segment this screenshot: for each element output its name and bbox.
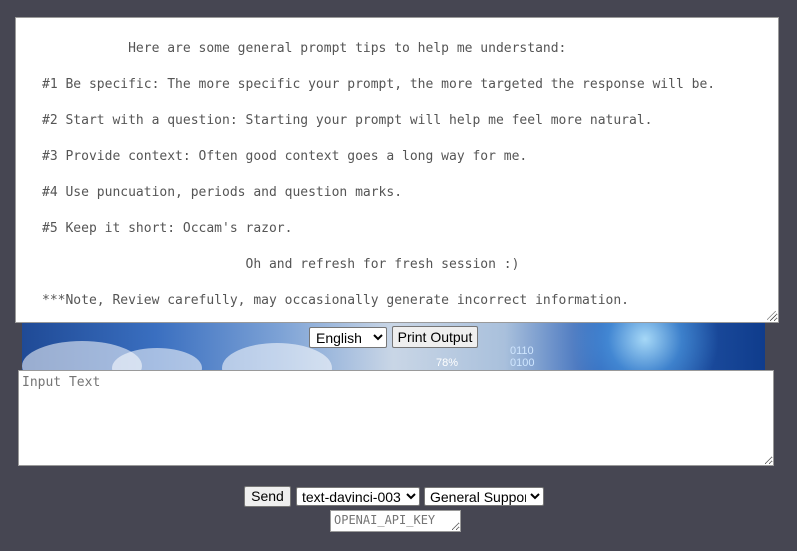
output-line: #5 Keep it short: Occam's razor. [42,221,293,236]
output-line: #2 Start with a question: Starting your … [42,113,653,128]
banner-text: 78% [436,357,459,369]
output-line: #3 Provide context: Often good context g… [42,149,528,164]
input-textarea[interactable] [18,370,774,466]
output-textarea[interactable]: Here are some general prompt tips to hel… [15,17,779,323]
output-line: Here are some general prompt tips to hel… [42,41,567,56]
language-select[interactable]: English [309,327,387,348]
resize-grip-icon[interactable] [767,311,776,320]
banner-text: 0100 [510,357,535,369]
output-line: #1 Be specific: The more specific your p… [42,77,716,92]
output-line: Oh and refresh for fresh session :) [42,257,520,272]
output-line: #4 Use puncuation, periods and question … [42,185,403,200]
mode-select[interactable]: General Support [424,487,544,506]
network-graphic [555,323,735,371]
api-key-field[interactable] [330,510,461,532]
send-button[interactable]: Send [244,486,291,507]
banner-text: 0110 [510,345,534,357]
model-select[interactable]: text-davinci-003 [296,487,420,506]
print-output-button[interactable]: Print Output [392,326,478,348]
output-line: ***Note, Review carefully, may occasiona… [42,293,629,308]
